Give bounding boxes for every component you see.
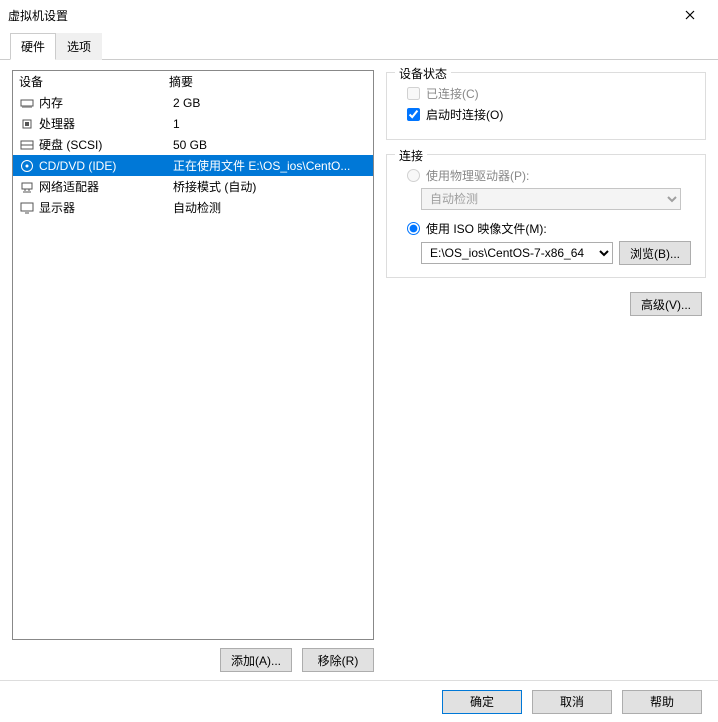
ok-button[interactable]: 确定 [442,690,522,714]
physical-drive-combo[interactable]: 自动检测 [421,188,681,210]
connection-group: 连接 使用物理驱动器(P): 自动检测 使用 ISO 映像文件(M): [386,154,706,278]
disk-icon [19,138,35,152]
col-device: 设备 [19,73,169,90]
device-summary: 2 GB [173,96,367,110]
browse-iso-button[interactable]: 浏览(B)... [619,241,691,265]
iso-path-combo[interactable]: E:\OS_ios\CentOS-7-x86_64 [421,242,613,264]
connect-on-power-label: 启动时连接(O) [426,106,503,123]
memory-icon [19,96,35,110]
help-button[interactable]: 帮助 [622,690,702,714]
connection-title: 连接 [395,147,427,164]
device-status-title: 设备状态 [395,65,451,82]
device-row[interactable]: 网络适配器桥接模式 (自动) [13,176,373,197]
use-iso-label: 使用 ISO 映像文件(M): [426,220,547,237]
device-summary: 桥接模式 (自动) [173,178,367,195]
device-name: 处理器 [39,115,169,132]
device-summary: 正在使用文件 E:\OS_ios\CentO... [173,157,367,174]
add-hardware-button[interactable]: 添加(A)... [220,648,292,672]
device-row[interactable]: 处理器 1 [13,113,373,134]
hardware-right-panel: 设备状态 已连接(C) 启动时连接(O) 连接 使用物理驱动器(P): [386,70,706,676]
device-name: CD/DVD (IDE) [39,159,169,173]
device-summary: 50 GB [173,138,367,152]
monitor-icon [19,201,35,215]
connected-label: 已连接(C) [426,85,479,102]
connect-on-power-checkbox[interactable] [407,108,420,121]
use-physical-label: 使用物理驱动器(P): [426,167,529,184]
device-row[interactable]: 内存 2 GB [13,92,373,113]
device-list-header: 设备 摘要 [13,71,373,92]
close-button[interactable] [670,1,710,29]
remove-hardware-button[interactable]: 移除(R) [302,648,374,672]
device-name: 内存 [39,94,169,111]
use-physical-radio[interactable] [407,169,420,182]
close-icon [685,10,695,20]
device-name: 硬盘 (SCSI) [39,136,169,153]
use-iso-radio[interactable] [407,222,420,235]
device-status-group: 设备状态 已连接(C) 启动时连接(O) [386,72,706,140]
device-name: 网络适配器 [39,178,169,195]
device-row[interactable]: 显示器自动检测 [13,197,373,218]
col-summary: 摘要 [169,73,367,90]
hardware-left-panel: 设备 摘要 内存 2 GB 处理器 1 硬盘 (SCSI) 50 GB CD/DVD (ID… [12,70,374,676]
device-summary: 自动检测 [173,199,367,216]
tab-options[interactable]: 选项 [56,33,102,60]
cpu-icon [19,117,35,131]
window-title: 虚拟机设置 [8,7,670,24]
connected-checkbox[interactable] [407,87,420,100]
device-summary: 1 [173,117,367,131]
device-name: 显示器 [39,199,169,216]
vm-settings-window: 虚拟机设置 硬件 选项 设备 摘要 内存 2 GB 处理器 1 硬盘 (SCSI) 50 … [0,0,718,722]
title-bar: 虚拟机设置 [0,0,718,30]
device-row[interactable]: 硬盘 (SCSI) 50 GB [13,134,373,155]
device-list[interactable]: 设备 摘要 内存 2 GB 处理器 1 硬盘 (SCSI) 50 GB CD/DVD (ID… [12,70,374,640]
left-buttons: 添加(A)... 移除(R) [12,640,374,676]
device-row[interactable]: CD/DVD (IDE) 正在使用文件 E:\OS_ios\CentO... [13,155,373,176]
advanced-button[interactable]: 高级(V)... [630,292,702,316]
dialog-body: 设备 摘要 内存 2 GB 处理器 1 硬盘 (SCSI) 50 GB CD/DVD (ID… [0,60,718,680]
tab-strip: 硬件 选项 [0,32,718,60]
net-icon [19,180,35,194]
dialog-footer: 确定 取消 帮助 [0,680,718,722]
tab-hardware[interactable]: 硬件 [10,33,56,60]
cd-icon [19,159,35,173]
cancel-button[interactable]: 取消 [532,690,612,714]
